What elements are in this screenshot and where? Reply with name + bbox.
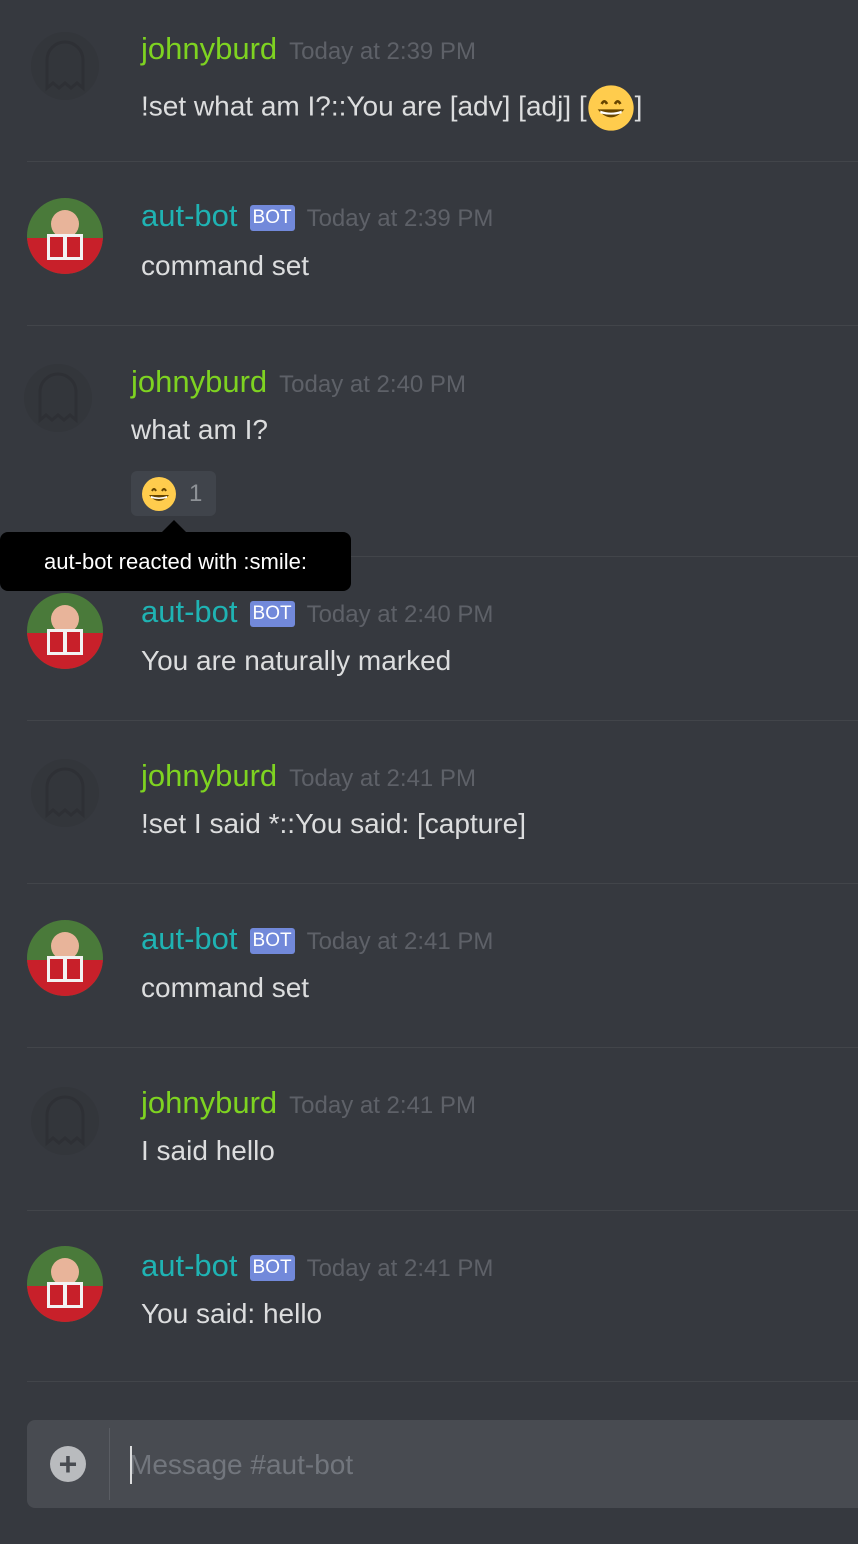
bot-avatar[interactable]: [27, 920, 103, 996]
bot-badge: BOT: [249, 1255, 295, 1281]
message-divider: [27, 325, 858, 326]
message-header: aut-bot BOT Today at 2:39 PM: [141, 198, 493, 234]
message-composer: +: [27, 1420, 858, 1508]
tooltip-arrow: [162, 520, 186, 532]
message-content: I said hello: [141, 1135, 275, 1166]
smile-emoji-icon: [142, 476, 176, 511]
default-avatar-icon[interactable]: [27, 755, 103, 831]
plus-circle-icon[interactable]: +: [50, 1446, 86, 1482]
message-content: command set: [141, 250, 310, 281]
username[interactable]: aut-bot: [141, 1248, 238, 1284]
reaction-count: 1: [189, 479, 203, 507]
bot-avatar[interactable]: [27, 1246, 103, 1322]
username[interactable]: johnyburd: [141, 758, 277, 794]
timestamp: Today at 2:40 PM: [279, 371, 466, 398]
username[interactable]: aut-bot: [141, 594, 238, 630]
message-divider: [27, 161, 858, 162]
bot-badge: BOT: [249, 205, 295, 231]
message-text: !set what am I?::You are [adv] [adj] [: [141, 90, 587, 122]
bot-badge: BOT: [249, 601, 295, 627]
reaction-button[interactable]: 1: [131, 471, 216, 516]
message-header: johnyburd Today at 2:41 PM: [141, 1085, 476, 1121]
message-header: aut-bot BOT Today at 2:41 PM: [141, 1248, 493, 1284]
message-divider: [27, 1047, 858, 1048]
message-content: what am I?: [131, 414, 268, 445]
timestamp: Today at 2:41 PM: [289, 1092, 476, 1119]
message-header: aut-bot BOT Today at 2:40 PM: [141, 594, 493, 630]
message-content: !set what am I?::You are [adv] [adj] []: [141, 84, 642, 132]
timestamp: Today at 2:40 PM: [306, 601, 494, 628]
text-caret: [130, 1446, 132, 1484]
bot-avatar[interactable]: [27, 593, 103, 669]
message-content: !set I said *::You said: [capture]: [141, 808, 526, 839]
message-divider: [27, 1210, 858, 1211]
reaction-tooltip: aut-bot reacted with :smile:: [0, 532, 351, 591]
timestamp: Today at 2:41 PM: [306, 1255, 494, 1282]
timestamp: Today at 2:39 PM: [289, 38, 476, 65]
username[interactable]: aut-bot: [141, 921, 238, 957]
timestamp: Today at 2:41 PM: [306, 928, 494, 955]
default-avatar-icon[interactable]: [20, 360, 96, 436]
message-divider: [27, 1381, 858, 1382]
message-content: You said: hello: [141, 1298, 323, 1329]
message-content: You are naturally marked: [141, 645, 452, 676]
username[interactable]: johnyburd: [141, 1085, 277, 1121]
username[interactable]: aut-bot: [141, 198, 238, 234]
composer-divider: [109, 1428, 110, 1500]
message-header: johnyburd Today at 2:39 PM: [141, 31, 476, 67]
default-avatar-icon[interactable]: [27, 1083, 103, 1159]
timestamp: Today at 2:39 PM: [306, 205, 494, 232]
timestamp: Today at 2:41 PM: [289, 765, 476, 792]
bot-badge: BOT: [249, 928, 295, 954]
smile-emoji-icon: [588, 85, 634, 131]
message-header: johnyburd Today at 2:40 PM: [131, 364, 466, 400]
message-divider: [27, 883, 858, 884]
default-avatar-icon[interactable]: [27, 28, 103, 104]
message-text: ]: [634, 90, 643, 122]
message-header: aut-bot BOT Today at 2:41 PM: [141, 921, 493, 957]
username[interactable]: johnyburd: [141, 31, 277, 67]
message-header: johnyburd Today at 2:41 PM: [141, 758, 476, 794]
bot-avatar[interactable]: [27, 198, 103, 274]
message-content: command set: [141, 972, 310, 1003]
username[interactable]: johnyburd: [131, 364, 267, 400]
message-divider: [27, 720, 858, 721]
message-input[interactable]: [127, 1442, 831, 1488]
